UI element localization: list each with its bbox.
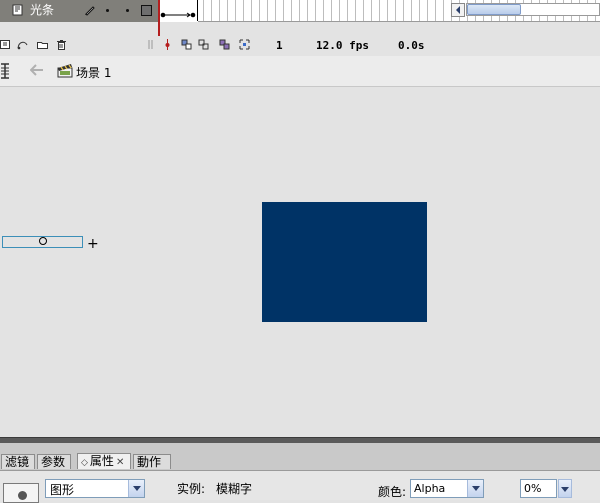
tab-parameters[interactable]: 参数 [37, 454, 71, 469]
chevron-down-icon[interactable] [128, 480, 144, 497]
stage[interactable]: + [0, 87, 600, 437]
motion-tween-frames[interactable] [160, 0, 198, 21]
tab-filters-label: 滤镜 [5, 455, 30, 469]
instance-symbol-name: 模糊字 [216, 482, 253, 496]
onion-skin-icon[interactable] [181, 39, 192, 50]
color-effect-value: Alpha [414, 482, 446, 495]
expand-diamond-icon: ◇ [81, 458, 88, 468]
tab-actions[interactable]: 動作 [133, 454, 171, 469]
timeline-toggle-icon[interactable] [0, 62, 14, 80]
insert-layer-icon[interactable] [0, 39, 11, 50]
timeline-scroll-left-button[interactable] [451, 3, 465, 17]
transformation-point[interactable] [39, 237, 47, 245]
elapsed-time: 0.0s [398, 39, 425, 52]
clapperboard-icon [57, 64, 73, 78]
layer-header-selected[interactable]: 光条 [0, 0, 158, 22]
tab-filters[interactable]: 滤镜 [1, 454, 35, 469]
color-label: 颜色: [378, 485, 407, 499]
tab-properties[interactable]: ◇ 属性 ✕ [77, 453, 131, 469]
tab-actions-label: 動作 [137, 455, 162, 469]
back-arrow-icon[interactable] [30, 64, 44, 76]
scene-name[interactable]: 场景 1 [76, 64, 111, 81]
symbol-type-value: 图形 [50, 483, 75, 497]
tab-parameters-label: 参数 [41, 455, 66, 469]
lock-dot[interactable] [126, 9, 129, 12]
chevron-left-icon [456, 6, 460, 14]
modify-onion-markers-icon[interactable] [239, 39, 250, 50]
insert-folder-icon[interactable] [37, 39, 48, 50]
tab-properties-label: 属性 [89, 454, 114, 468]
timeline-footer: 1 12.0 fps 0.0s [0, 36, 600, 57]
layer-icon [12, 4, 23, 16]
instance-label: 实例: [177, 482, 206, 496]
alpha-amount-field[interactable]: 0% [520, 479, 557, 498]
blue-rectangle-shape[interactable] [262, 202, 427, 322]
property-inspector-tabs: 滤镜 参数 ◇ 属性 ✕ 動作 [0, 443, 600, 471]
layer-name[interactable]: 光条 [30, 3, 54, 17]
edit-bar: 场景 1 [0, 56, 600, 87]
close-icon[interactable]: ✕ [116, 457, 124, 468]
panel-grip-icon [148, 40, 153, 49]
onion-skin-outlines-icon[interactable] [198, 39, 209, 50]
property-inspector-body: 图形 实例: 模糊字 颜色: Alpha 0% [0, 471, 600, 503]
trash-icon[interactable] [56, 39, 67, 50]
center-frame-icon[interactable] [162, 39, 173, 50]
edit-multiple-frames-icon[interactable] [219, 39, 230, 50]
alpha-slider-button[interactable] [558, 479, 572, 498]
alpha-amount-value: 0% [524, 482, 542, 495]
graphic-symbol-icon [3, 483, 39, 503]
pencil-icon [85, 6, 95, 16]
show-hide-dot[interactable] [106, 9, 109, 12]
symbol-type-select[interactable]: 图形 [45, 479, 145, 498]
color-effect-select[interactable]: Alpha [410, 479, 484, 498]
chevron-down-icon[interactable] [467, 480, 483, 497]
current-frame: 1 [276, 39, 283, 52]
timeline-scroll-thumb[interactable] [467, 4, 521, 15]
motion-guide-icon[interactable] [17, 39, 28, 50]
outline-toggle-square[interactable] [141, 5, 152, 16]
frame-rate[interactable]: 12.0 fps [316, 39, 369, 52]
crosshair-cursor-icon: + [87, 236, 99, 252]
